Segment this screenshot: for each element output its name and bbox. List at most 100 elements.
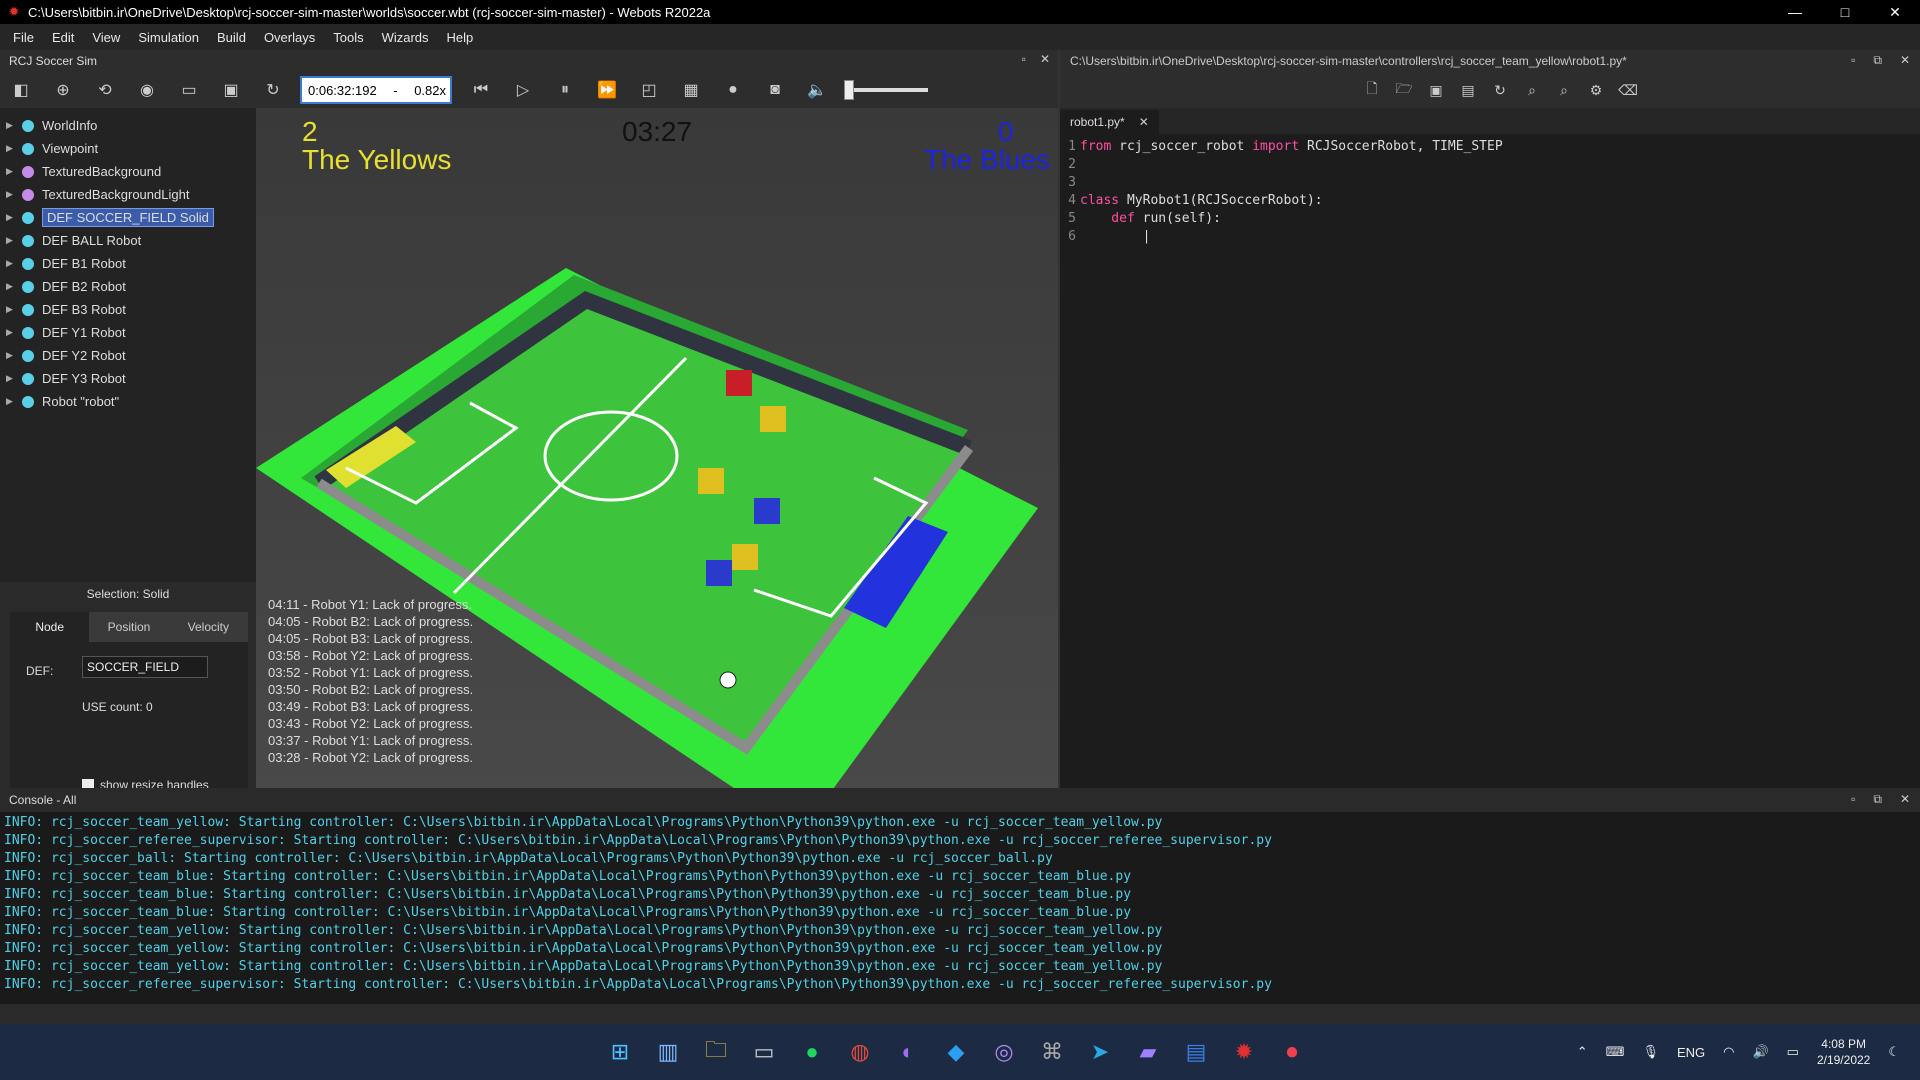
keyboard-icon[interactable]: ⌨ bbox=[1606, 1044, 1625, 1060]
close-button[interactable]: ✕ bbox=[1870, 0, 1920, 24]
app-purple-icon[interactable]: ◐ bbox=[888, 1032, 928, 1072]
tab-position[interactable]: Position bbox=[89, 612, 169, 642]
float-panel-icon[interactable]: ▫ bbox=[1022, 52, 1026, 66]
scene-tree-item[interactable]: ▶ DEF B3 Robot bbox=[0, 298, 256, 321]
widgets-icon[interactable]: ▥ bbox=[648, 1032, 688, 1072]
scene-tree-item[interactable]: ▶ DEF B2 Robot bbox=[0, 275, 256, 298]
open-world-icon[interactable]: ▭ bbox=[168, 75, 210, 105]
minimize-button[interactable]: — bbox=[1770, 0, 1820, 24]
scene-tree-item[interactable]: ▶ WorldInfo bbox=[0, 114, 256, 137]
eye-icon[interactable]: ◉ bbox=[126, 75, 168, 105]
webots-taskbar-icon[interactable]: ✹ bbox=[1224, 1032, 1264, 1072]
step-icon[interactable]: ▷ bbox=[502, 75, 544, 105]
maximize-button[interactable]: □ bbox=[1820, 0, 1870, 24]
word-icon[interactable]: ▤ bbox=[1176, 1032, 1216, 1072]
expand-arrow-icon[interactable]: ▶ bbox=[6, 166, 18, 177]
system-clock[interactable]: 4:08 PM 2/19/2022 bbox=[1817, 1036, 1870, 1068]
expand-arrow-icon[interactable]: ▶ bbox=[6, 235, 18, 246]
expand-arrow-icon[interactable]: ▶ bbox=[6, 373, 18, 384]
microphone-icon[interactable]: 🎙 bbox=[1642, 1044, 1659, 1060]
scene-tree-item[interactable]: ▶ DEF BALL Robot bbox=[0, 229, 256, 252]
network-app-icon[interactable]: ⌘ bbox=[1032, 1032, 1072, 1072]
menu-file[interactable]: File bbox=[4, 30, 43, 45]
screenshot-icon[interactable]: ◙ bbox=[754, 75, 796, 105]
expand-arrow-icon[interactable]: ▶ bbox=[6, 120, 18, 131]
expand-arrow-icon[interactable]: ▶ bbox=[6, 143, 18, 154]
notifications-icon[interactable]: ☾ bbox=[1888, 1044, 1900, 1060]
record-icon[interactable]: ● bbox=[712, 75, 754, 105]
close-console-icon[interactable]: ✕ bbox=[1900, 792, 1910, 807]
start-icon[interactable]: ⊞ bbox=[600, 1032, 640, 1072]
language-indicator[interactable]: ENG bbox=[1677, 1045, 1705, 1060]
expand-arrow-icon[interactable]: ▶ bbox=[6, 350, 18, 361]
reload-world-icon[interactable]: ↻ bbox=[252, 75, 294, 105]
reset-viewpoint-icon[interactable]: ⟲ bbox=[84, 75, 126, 105]
new-file-icon[interactable]: 🗋 bbox=[1360, 78, 1384, 102]
scene-tree-item[interactable]: ▶ TexturedBackground bbox=[0, 160, 256, 183]
close-tab-icon[interactable]: ✕ bbox=[1139, 115, 1149, 129]
vscode-icon[interactable]: ◆ bbox=[936, 1032, 976, 1072]
float-editor-icon[interactable]: ▫ bbox=[1851, 53, 1855, 68]
ball[interactable] bbox=[719, 671, 737, 689]
file-explorer-icon[interactable]: 🗀 bbox=[696, 1032, 736, 1072]
volume-slider[interactable] bbox=[844, 80, 928, 100]
scene-tree-item[interactable]: ▶ TexturedBackgroundLight bbox=[0, 183, 256, 206]
pause-icon[interactable]: ⏸ bbox=[544, 75, 586, 105]
expand-arrow-icon[interactable]: ▶ bbox=[6, 396, 18, 407]
github-icon[interactable]: ◎ bbox=[984, 1032, 1024, 1072]
maximize-console-icon[interactable]: ⧉ bbox=[1873, 792, 1882, 807]
expand-arrow-icon[interactable]: ▶ bbox=[6, 304, 18, 315]
menu-edit[interactable]: Edit bbox=[43, 30, 83, 45]
expand-arrow-icon[interactable]: ▶ bbox=[6, 212, 18, 223]
add-node-icon[interactable]: ⊕ bbox=[42, 75, 84, 105]
menu-build[interactable]: Build bbox=[208, 30, 255, 45]
scene-tree-item[interactable]: ▶ DEF Y1 Robot bbox=[0, 321, 256, 344]
fast-forward-icon[interactable]: ⏩ bbox=[586, 75, 628, 105]
robot-y1[interactable] bbox=[760, 406, 786, 432]
def-input[interactable]: SOCCER_FIELD bbox=[82, 656, 208, 678]
robot-b2[interactable] bbox=[754, 498, 780, 524]
robot-b1[interactable] bbox=[726, 370, 752, 396]
spotify-icon[interactable]: ● bbox=[792, 1032, 832, 1072]
toggle-scene-tree-icon[interactable]: ◧ bbox=[0, 75, 42, 105]
scene-tree-item[interactable]: ▶ Viewpoint bbox=[0, 137, 256, 160]
build-icon[interactable]: ⚙ bbox=[1584, 82, 1608, 99]
movie-icon[interactable]: ▦ bbox=[670, 75, 712, 105]
save-as-icon[interactable]: ▤ bbox=[1456, 82, 1480, 99]
close-editor-icon[interactable]: ✕ bbox=[1900, 53, 1910, 68]
robot-b3[interactable] bbox=[706, 560, 732, 586]
terminal-icon[interactable]: ▭ bbox=[744, 1032, 784, 1072]
menu-wizards[interactable]: Wizards bbox=[373, 30, 438, 45]
scene-tree-item[interactable]: ▶ DEF SOCCER_FIELD Solid bbox=[0, 206, 256, 229]
find-icon[interactable]: ⌕ bbox=[1520, 82, 1544, 99]
code-area[interactable]: 1 from rcj_soccer_robot import RCJSoccerR… bbox=[1060, 134, 1920, 246]
maximize-editor-icon[interactable]: ⧉ bbox=[1873, 53, 1882, 68]
chrome-icon[interactable]: ◍ bbox=[840, 1032, 880, 1072]
premiere-icon[interactable]: ▰ bbox=[1128, 1032, 1168, 1072]
expand-arrow-icon[interactable]: ▶ bbox=[6, 258, 18, 269]
robot-y3[interactable] bbox=[732, 544, 758, 570]
float-console-icon[interactable]: ▫ bbox=[1851, 792, 1855, 807]
menu-view[interactable]: View bbox=[83, 30, 129, 45]
3d-viewport[interactable]: 2 The Yellows 03:27 0 The Blues 04:11 - … bbox=[256, 108, 1058, 838]
reset-simulation-icon[interactable]: ⏮ bbox=[460, 75, 502, 105]
expand-arrow-icon[interactable]: ▶ bbox=[6, 281, 18, 292]
tab-velocity[interactable]: Velocity bbox=[168, 612, 248, 642]
robot-y2[interactable] bbox=[698, 468, 724, 494]
clean-icon[interactable]: ⌫ bbox=[1616, 82, 1640, 99]
recorder-icon[interactable]: ⏺ bbox=[1272, 1032, 1312, 1072]
view-mode-icon[interactable]: ◰ bbox=[628, 75, 670, 105]
tab-robot1-py[interactable]: robot1.py* ✕ bbox=[1060, 110, 1159, 134]
scene-tree-item[interactable]: ▶ DEF Y3 Robot bbox=[0, 367, 256, 390]
menu-overlays[interactable]: Overlays bbox=[255, 30, 324, 45]
menu-help[interactable]: Help bbox=[438, 30, 483, 45]
scene-tree-item[interactable]: ▶ DEF B1 Robot bbox=[0, 252, 256, 275]
save-file-icon[interactable]: ▣ bbox=[1424, 82, 1448, 99]
menu-tools[interactable]: Tools bbox=[324, 30, 372, 45]
telegram-icon[interactable]: ➤ bbox=[1080, 1032, 1120, 1072]
expand-arrow-icon[interactable]: ▶ bbox=[6, 327, 18, 338]
console-output[interactable]: INFO: rcj_soccer_team_yellow: Starting c… bbox=[0, 812, 1920, 994]
volume-knob[interactable] bbox=[844, 80, 854, 100]
open-file-icon[interactable]: 🗁 bbox=[1392, 78, 1416, 102]
scene-tree-item[interactable]: ▶ DEF Y2 Robot bbox=[0, 344, 256, 367]
